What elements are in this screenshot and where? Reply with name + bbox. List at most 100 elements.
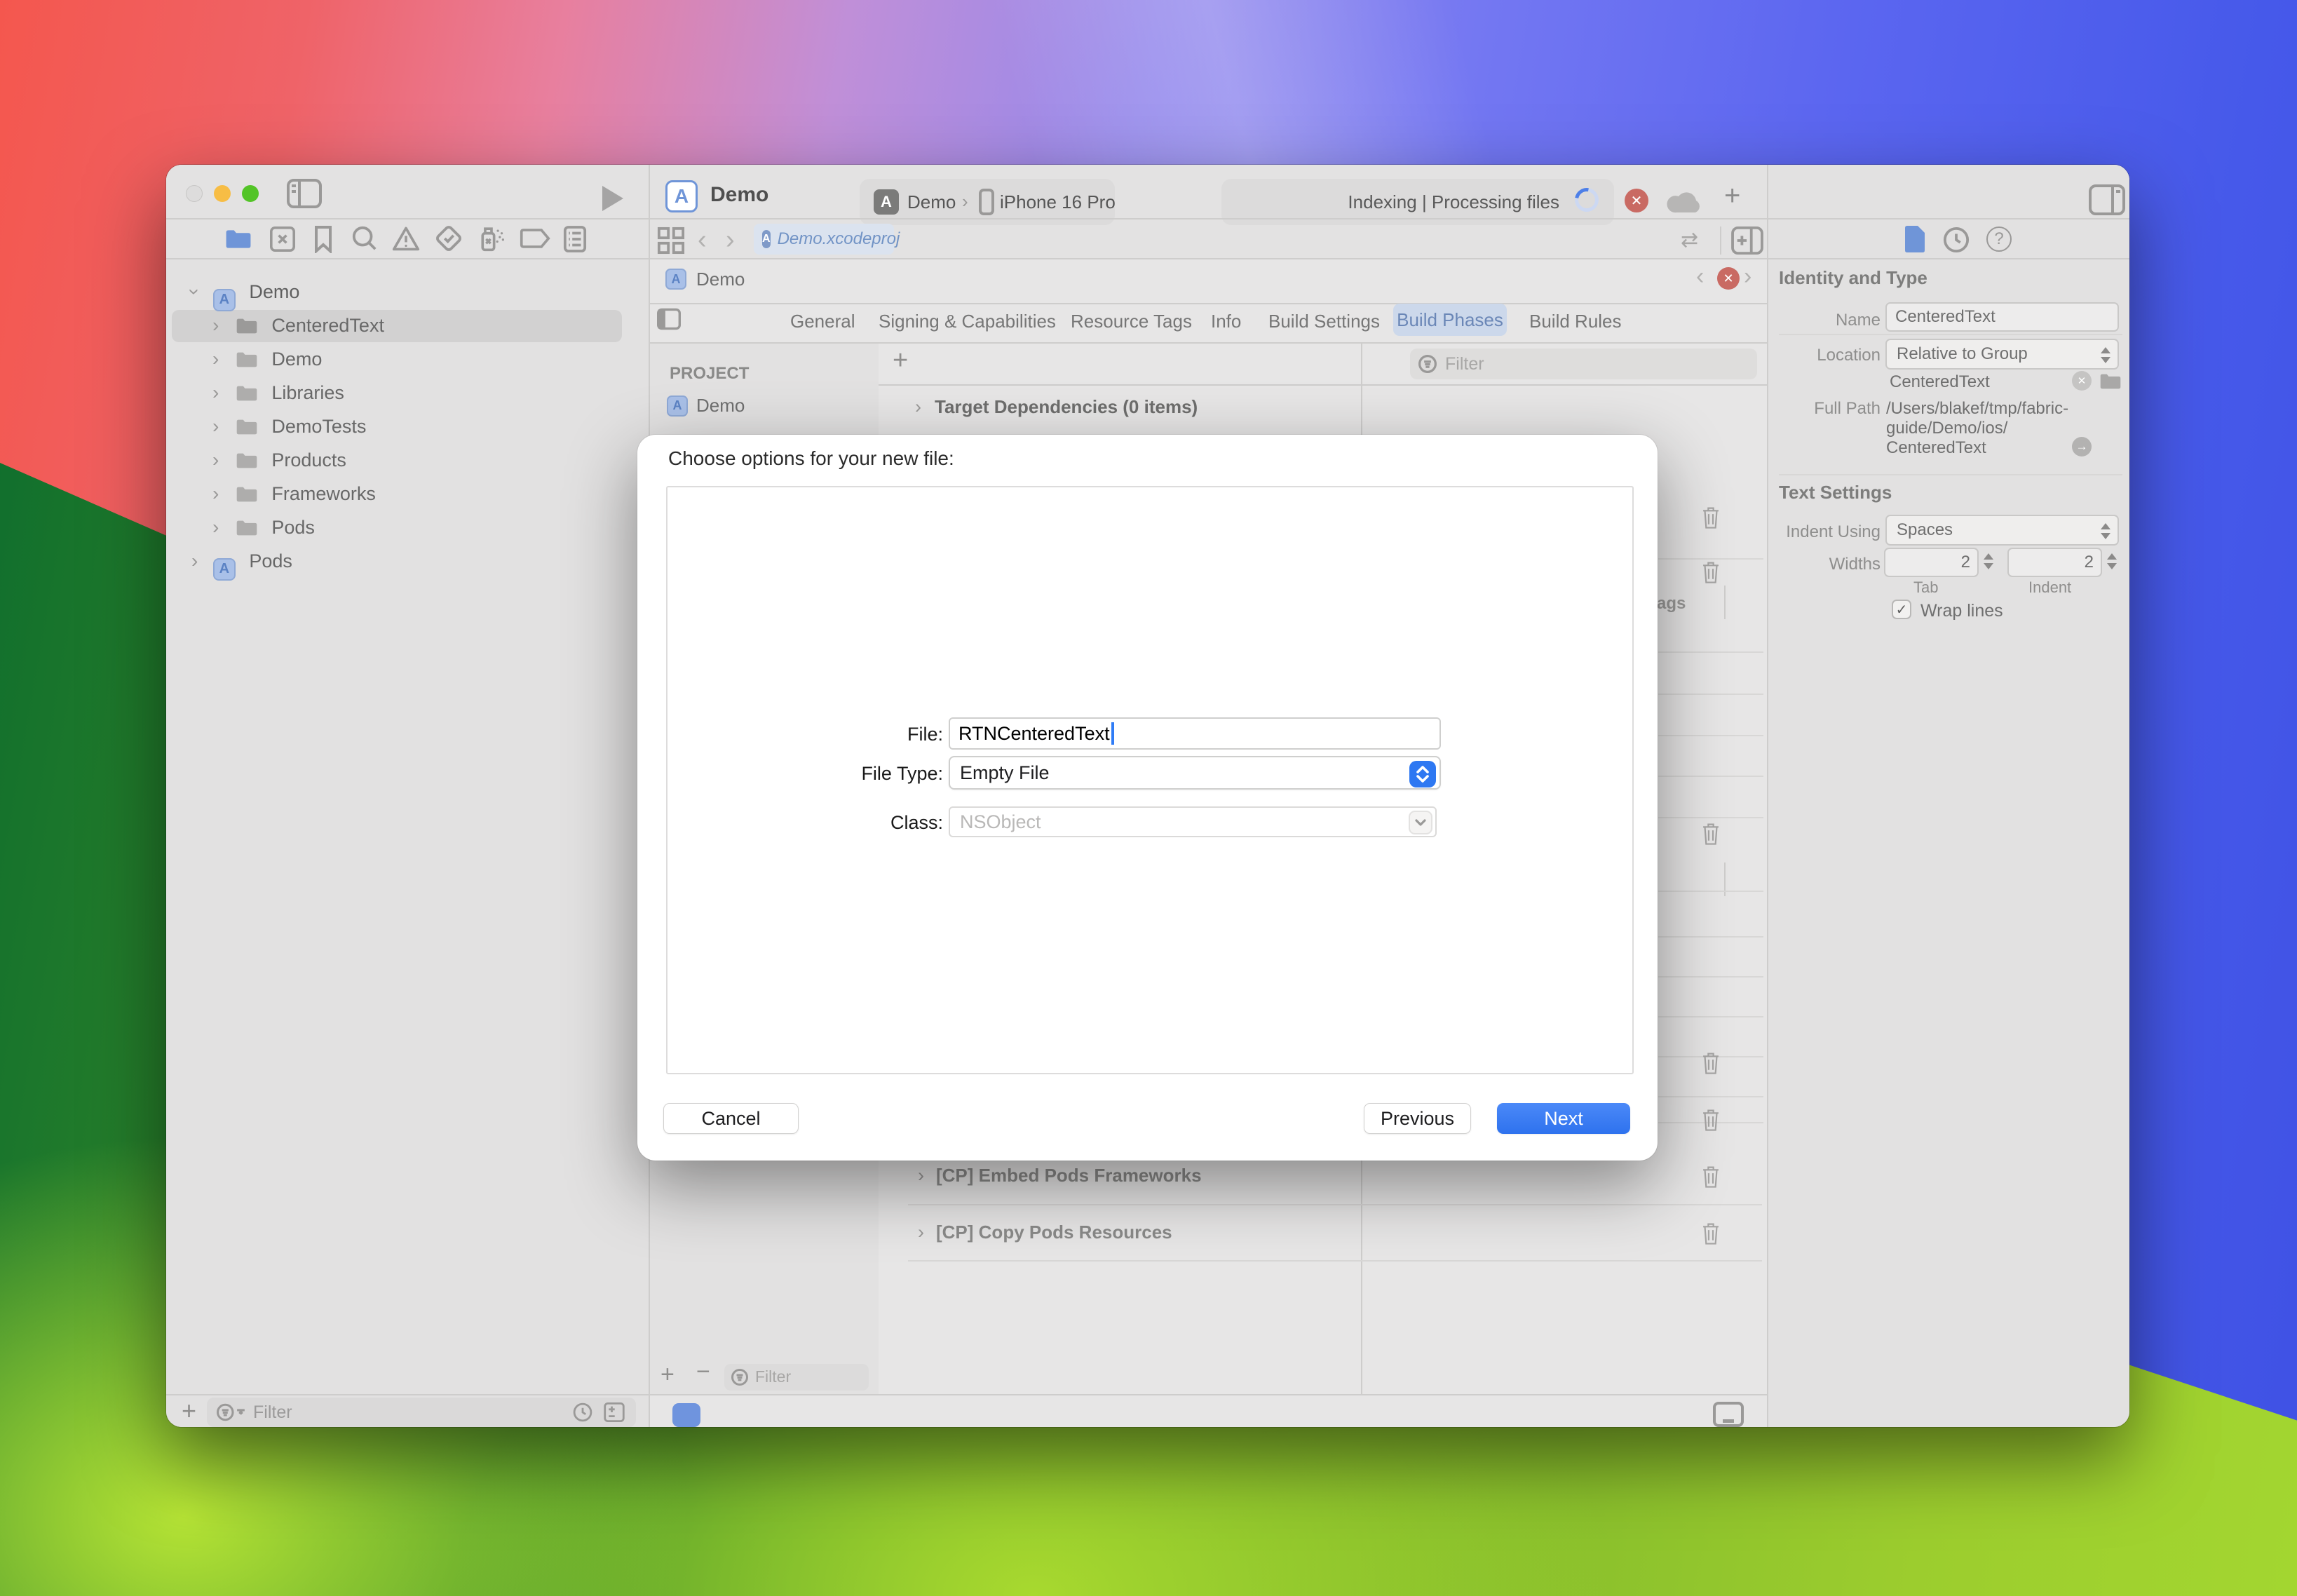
related-items-grid-icon[interactable] [657, 226, 685, 255]
class-combobox[interactable]: NSObject [949, 806, 1437, 837]
add-file-icon[interactable]: + [182, 1396, 196, 1426]
source-control-status-icon[interactable] [604, 1402, 625, 1422]
disclosure-chevron-icon[interactable]: › [918, 1222, 924, 1243]
targets-filter-field[interactable]: Filter [724, 1364, 869, 1391]
delete-phase-icon[interactable] [1700, 560, 1721, 584]
phase-target-dependencies[interactable]: Target Dependencies (0 items) [935, 396, 1198, 418]
disclosure-chevron-icon[interactable]: › [918, 1165, 924, 1186]
add-target-icon[interactable]: + [660, 1361, 675, 1388]
jumpbar-error-badge[interactable]: ✕ [1717, 267, 1740, 290]
help-inspector-icon[interactable]: ? [1986, 226, 2012, 252]
tree-row-demo-group[interactable]: › Demo [212, 349, 322, 370]
device-preview-icon[interactable] [1713, 1402, 1744, 1427]
phases-filter-field[interactable]: Filter [1410, 349, 1757, 379]
phase-embed-pods-frameworks[interactable]: [CP] Embed Pods Frameworks [936, 1165, 1202, 1186]
delete-phase-icon[interactable] [1700, 822, 1721, 846]
tab-demo-xcodeproj[interactable]: A Demo.xcodeproj [754, 224, 894, 255]
issues-icon[interactable] [392, 225, 420, 252]
disclosure-chevron-icon[interactable]: › [212, 316, 219, 335]
disclosure-chevron-icon[interactable]: › [212, 450, 219, 470]
choose-folder-icon[interactable] [2099, 372, 2122, 391]
indent-width-field[interactable]: 2 [2007, 548, 2102, 577]
tests-icon[interactable] [435, 225, 462, 252]
disclosure-chevron-icon[interactable]: › [915, 396, 921, 418]
back-navigation-icon[interactable]: ‹ [698, 225, 707, 255]
tab-build-settings[interactable]: Build Settings [1268, 311, 1380, 332]
toggle-project-column-icon[interactable] [657, 308, 681, 330]
tree-row-pods-group[interactable]: › Pods [212, 517, 315, 539]
tab-general[interactable]: General [790, 311, 855, 332]
previous-button[interactable]: Previous [1364, 1103, 1471, 1134]
add-toolbar-icon[interactable]: + [1724, 180, 1740, 212]
cancel-button[interactable]: Cancel [663, 1103, 799, 1134]
source-control-icon[interactable] [270, 226, 295, 252]
error-count-badge[interactable]: ✕ [1625, 189, 1648, 212]
disclosure-chevron-icon[interactable]: › [212, 518, 219, 537]
delete-phase-icon[interactable] [1700, 1108, 1721, 1132]
bookmarks-icon[interactable] [313, 225, 333, 253]
indent-width-stepper[interactable] [2107, 553, 2117, 569]
toggle-sidebar-icon[interactable] [287, 179, 322, 208]
tab-info[interactable]: Info [1211, 311, 1241, 332]
project-navigator-icon[interactable] [225, 228, 252, 250]
debug-navigator-icon[interactable] [477, 224, 506, 253]
issue-forward-icon[interactable]: › [1744, 263, 1751, 290]
tab-signing-capabilities[interactable]: Signing & Capabilities [879, 311, 1056, 332]
editor-layout-icon[interactable] [2089, 184, 2125, 215]
jumpbar-item[interactable]: Demo [696, 269, 745, 290]
scheme-device-label[interactable]: iPhone 16 Pro [1000, 191, 1116, 213]
disclosure-chevron-icon[interactable]: › [191, 551, 198, 571]
tree-row-demo-project[interactable]: › A Demo [191, 281, 299, 311]
delete-phase-icon[interactable] [1700, 1165, 1721, 1189]
history-inspector-icon[interactable] [1943, 226, 1970, 253]
remove-target-icon[interactable]: − [696, 1358, 710, 1386]
scheme-target-label[interactable]: Demo [907, 191, 956, 213]
disclosure-chevron-icon[interactable]: › [212, 383, 219, 403]
open-path-arrow-icon[interactable]: → [2072, 437, 2092, 457]
tree-row-frameworks[interactable]: › Frameworks [212, 483, 376, 505]
phase-copy-pods-resources[interactable]: [CP] Copy Pods Resources [936, 1222, 1172, 1243]
tab-resource-tags[interactable]: Resource Tags [1071, 311, 1192, 332]
zoom-button[interactable] [242, 185, 259, 202]
tab-width-stepper[interactable] [1984, 553, 1993, 569]
find-icon[interactable] [351, 225, 378, 252]
tree-row-pods-project[interactable]: › A Pods [191, 550, 292, 581]
add-build-phase-icon[interactable]: + [893, 346, 908, 376]
next-button[interactable]: Next [1497, 1103, 1630, 1134]
name-field[interactable]: CenteredText [1885, 302, 2119, 332]
navigator-filter-field[interactable]: Filter [207, 1398, 636, 1427]
breakpoints-icon[interactable] [520, 228, 550, 249]
file-type-popup[interactable]: Empty File [949, 756, 1441, 790]
clear-location-icon[interactable]: ✕ [2072, 371, 2092, 391]
file-inspector-icon[interactable] [1904, 225, 1926, 253]
delete-phase-icon[interactable] [1700, 1222, 1721, 1245]
tree-row-libraries[interactable]: › Libraries [212, 382, 344, 404]
tab-width-field[interactable]: 2 [1884, 548, 1979, 577]
issue-back-icon[interactable]: ‹ [1696, 263, 1704, 290]
minimize-button[interactable] [214, 185, 231, 202]
disclosure-chevron-icon[interactable]: › [185, 288, 205, 295]
location-popup[interactable]: Relative to Group [1885, 339, 2119, 370]
tree-row-centeredtext[interactable]: › CenteredText [212, 315, 384, 337]
project-row-demo[interactable]: A Demo [667, 395, 745, 417]
recent-files-clock-icon[interactable] [573, 1402, 592, 1422]
run-button[interactable] [602, 186, 623, 211]
file-name-input[interactable]: RTNCenteredText [949, 717, 1441, 750]
swap-editor-icon[interactable]: ⇄ [1681, 228, 1698, 252]
delete-phase-icon[interactable] [1700, 1051, 1721, 1075]
indent-using-popup[interactable]: Spaces [1885, 515, 2119, 546]
close-button[interactable] [186, 185, 203, 202]
tab-build-rules[interactable]: Build Rules [1529, 311, 1622, 332]
tree-row-products[interactable]: › Products [212, 449, 346, 471]
add-editor-icon[interactable] [1731, 226, 1763, 255]
disclosure-chevron-icon[interactable]: › [212, 349, 219, 369]
full-path-label: Full Path [1772, 399, 1881, 419]
reports-icon[interactable] [563, 225, 587, 253]
forward-navigation-icon[interactable]: › [726, 225, 735, 255]
disclosure-chevron-icon[interactable]: › [212, 417, 219, 436]
wrap-lines-checkbox[interactable]: ✓ [1892, 600, 1911, 619]
tree-row-demotests[interactable]: › DemoTests [212, 416, 366, 438]
delete-phase-icon[interactable] [1700, 506, 1721, 529]
tab-build-phases[interactable]: Build Phases [1393, 304, 1507, 336]
disclosure-chevron-icon[interactable]: › [212, 484, 219, 503]
